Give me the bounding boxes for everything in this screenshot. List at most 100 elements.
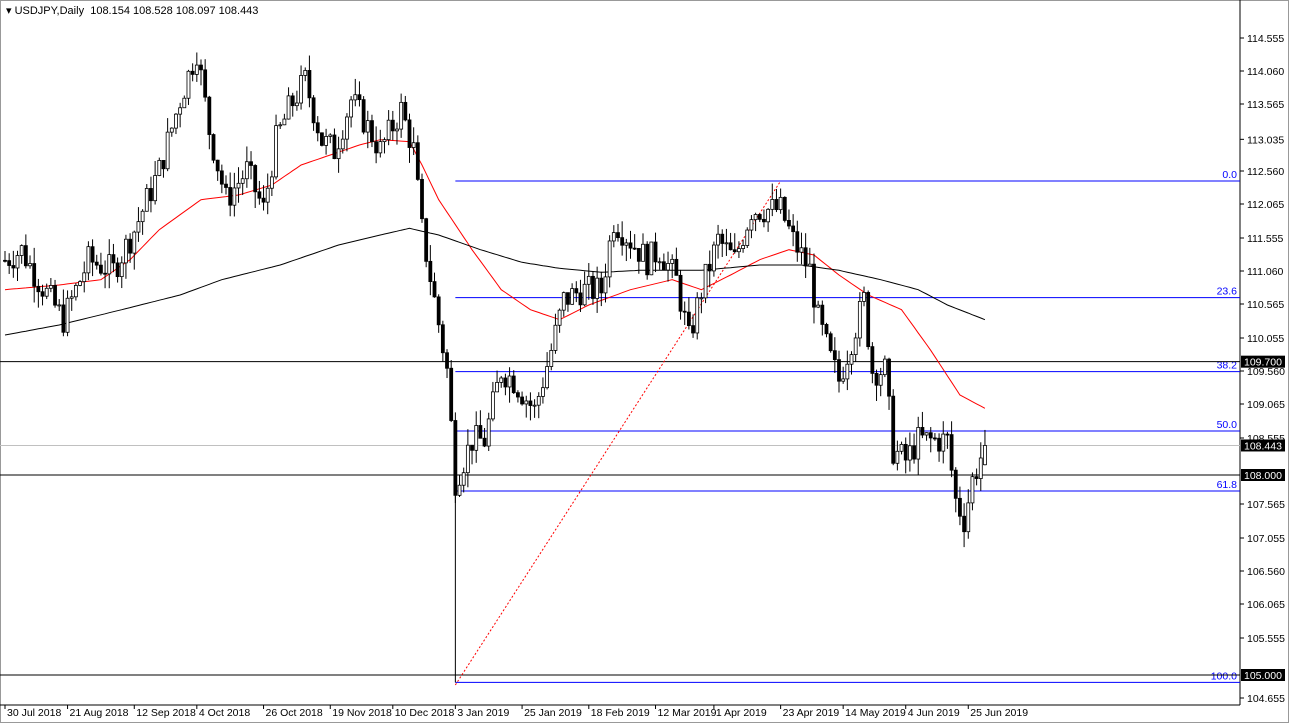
candle-body	[241, 179, 244, 184]
candle-body	[667, 263, 670, 270]
candle-body	[116, 263, 119, 277]
candle-body	[679, 275, 682, 311]
candle-body	[600, 278, 603, 293]
candle-body	[591, 276, 594, 298]
candle-body	[817, 305, 820, 307]
candle-body	[650, 242, 653, 275]
candle-body	[671, 259, 674, 263]
candle-body	[717, 234, 720, 245]
candle-body	[879, 375, 882, 386]
candle-body	[279, 125, 282, 126]
candle-body	[967, 503, 970, 532]
candle-body	[662, 262, 665, 270]
time-tick-label: 4 Oct 2018	[199, 707, 251, 719]
price-tag-label: 109.700	[1244, 357, 1282, 369]
candle-body	[775, 199, 778, 209]
candle-body	[124, 239, 127, 263]
candle-body	[187, 71, 190, 98]
price-tick-label: 112.560	[1247, 166, 1284, 178]
candle-body	[283, 119, 286, 125]
candle-body	[933, 438, 936, 439]
candle-body	[312, 98, 315, 123]
candle-body	[416, 143, 419, 180]
candle-body	[562, 293, 565, 311]
candle-body	[742, 246, 745, 249]
candle-body	[58, 305, 61, 306]
candle-body	[266, 188, 269, 202]
price-tick-label: 114.555	[1247, 33, 1284, 45]
candle-body	[225, 184, 228, 187]
fib-level-label: 50.0	[1217, 419, 1238, 431]
candle-body	[604, 277, 607, 293]
price-tick-label: 107.565	[1247, 499, 1285, 511]
candle-body	[141, 211, 144, 221]
candle-body	[333, 135, 336, 159]
candle-body	[863, 292, 866, 301]
candle-body	[354, 95, 357, 100]
candle-body	[917, 427, 920, 459]
candle-body	[300, 75, 303, 103]
price-tag-label: 108.000	[1244, 470, 1282, 482]
candle-body	[195, 65, 198, 74]
candle-body	[16, 256, 19, 268]
candle-body	[70, 297, 73, 298]
candle-body	[571, 289, 574, 305]
candle-body	[462, 473, 465, 486]
candle-body	[575, 289, 578, 293]
candle-body	[792, 226, 795, 232]
candle-body	[45, 288, 48, 296]
candle-body	[421, 179, 424, 218]
candle-body	[149, 188, 152, 200]
candle-body	[250, 162, 253, 166]
candle-body	[404, 102, 407, 120]
candle-body	[304, 70, 307, 75]
candle-body	[512, 376, 515, 393]
candle-body	[704, 264, 707, 298]
candle-body	[441, 325, 444, 353]
candle-body	[254, 165, 257, 191]
candle-body	[487, 419, 490, 446]
candle-body	[883, 359, 886, 375]
time-tick-label: 25 Jun 2019	[970, 707, 1028, 719]
candle-body	[971, 477, 974, 503]
time-tick-label: 12 Sep 2018	[136, 707, 196, 719]
candle-body	[946, 434, 949, 435]
candle-body	[683, 311, 686, 312]
candle-body	[458, 485, 461, 495]
candle-body	[629, 243, 632, 248]
candle-body	[170, 128, 173, 132]
candle-body	[654, 242, 657, 262]
candle-body	[787, 220, 790, 226]
time-tick-label: 12 Mar 2019	[658, 707, 717, 719]
candle-body	[925, 433, 928, 435]
candle-body	[408, 120, 411, 148]
candle-body	[675, 259, 678, 275]
price-tag-label: 105.000	[1244, 670, 1282, 682]
candle-body	[842, 379, 845, 381]
candle-body	[708, 264, 711, 271]
candle-body	[87, 247, 90, 273]
time-tick-label: 4 Jun 2019	[908, 707, 960, 719]
candle-body	[508, 376, 511, 387]
candle-body	[350, 100, 353, 117]
candle-body	[729, 243, 732, 250]
candle-body	[54, 285, 57, 305]
candle-body	[329, 135, 332, 136]
candle-body	[858, 301, 861, 338]
price-tick-label: 112.065	[1247, 199, 1284, 211]
price-chart[interactable]: 114.555114.060113.565113.035112.560112.0…	[0, 0, 1289, 723]
candle-body	[446, 353, 449, 369]
candle-body	[929, 433, 932, 438]
price-tick-label: 106.065	[1247, 599, 1285, 611]
candle-body	[270, 177, 273, 188]
candle-body	[450, 368, 453, 420]
candle-body	[412, 143, 415, 148]
candle-body	[337, 149, 340, 159]
candle-body	[375, 142, 378, 153]
time-tick-label: 3 Jan 2019	[457, 707, 509, 719]
price-tick-label: 111.060	[1247, 266, 1284, 278]
candle-body	[804, 248, 807, 266]
candle-body	[808, 264, 811, 266]
candle-body	[566, 293, 569, 305]
candle-body	[79, 282, 82, 286]
